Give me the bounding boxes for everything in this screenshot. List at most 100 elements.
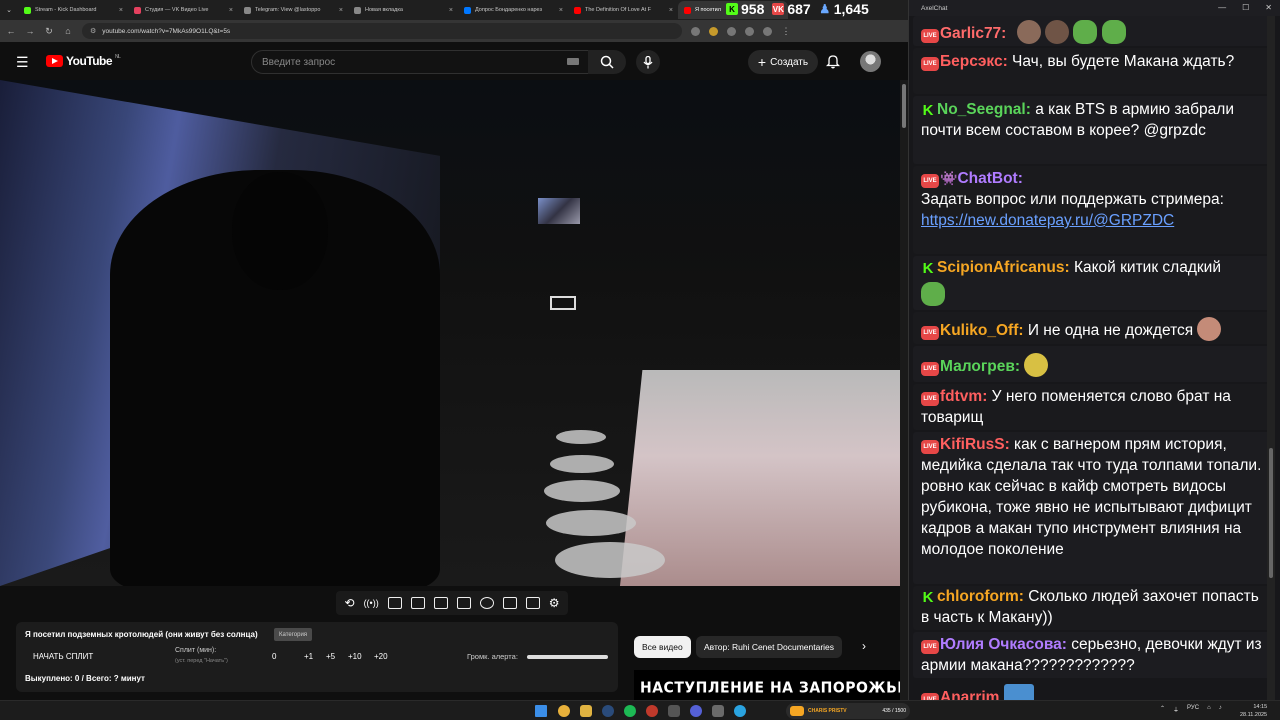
maximize-icon[interactable]: ☐ xyxy=(1242,3,1249,12)
screen-record-icon[interactable] xyxy=(387,597,402,609)
close-icon[interactable]: × xyxy=(339,7,343,14)
chevron-up-icon[interactable]: ⌃ xyxy=(1160,705,1165,714)
overlay-text: CHARIS PRISTV xyxy=(808,708,847,714)
donate-link[interactable]: https://new.donatepay.ru/@GRPZDC xyxy=(921,212,1174,229)
close-icon[interactable]: ✕ xyxy=(1265,3,1272,12)
create-button[interactable]: + Создать xyxy=(748,50,818,74)
page-scrollbar[interactable] xyxy=(900,80,908,700)
alert-volume-slider[interactable] xyxy=(527,655,608,659)
back-icon[interactable]: ← xyxy=(6,26,16,36)
chat-scrollbar-thumb[interactable] xyxy=(1269,448,1273,578)
close-icon[interactable]: × xyxy=(669,7,673,14)
browser-tab[interactable]: Telegram: View @lastoppo × xyxy=(238,1,348,19)
video-frame-poster xyxy=(538,198,580,224)
clock[interactable]: 14:15 28.11.2025 xyxy=(1240,703,1267,719)
tab-search-icon[interactable]: ⌄ xyxy=(0,6,18,14)
split-plus-20-button[interactable]: +20 xyxy=(374,652,388,661)
clapper-icon[interactable] xyxy=(410,597,425,609)
notifications-button[interactable] xyxy=(825,54,841,74)
voice-search-button[interactable] xyxy=(636,50,660,74)
split-plus-10-button[interactable]: +10 xyxy=(348,652,362,661)
start-split-button[interactable]: НАЧАТЬ СПЛИТ xyxy=(33,652,93,661)
chat-text: Какой китик сладкий xyxy=(1069,259,1221,276)
volume-icon[interactable]: ♪ xyxy=(1219,705,1222,714)
broadcast-icon[interactable]: ((•)) xyxy=(364,598,379,608)
browser-tab[interactable]: Допрос Бондаренко нарез × xyxy=(458,1,568,19)
recommended-video-thumbnail[interactable]: НАСТУПЛЕНИЕ НА ЗАПОРОЖЬЕ xyxy=(634,670,900,700)
forward-icon[interactable]: → xyxy=(25,26,35,36)
chrome-favicon-icon xyxy=(354,6,361,14)
viewers-counter: ♟ 1,645 xyxy=(819,1,869,17)
add-screen-icon[interactable] xyxy=(502,597,517,609)
plus-icon: + xyxy=(757,54,767,70)
youtube-logo[interactable]: YouTube NL xyxy=(46,54,121,68)
usb-icon[interactable]: ⏚ xyxy=(1173,705,1179,714)
chat-username: Kuliko_Off: xyxy=(940,322,1024,339)
browser-tab[interactable]: Новая вкладка × xyxy=(348,1,458,19)
video-player[interactable] xyxy=(0,80,900,586)
spotify-icon[interactable] xyxy=(624,705,636,717)
youtube-header: ☰ YouTube NL Введите запрос + Создать xyxy=(0,42,908,80)
camera-icon[interactable] xyxy=(525,597,540,609)
network-icon[interactable]: ⌂ xyxy=(1207,705,1211,714)
extension-icon[interactable] xyxy=(691,26,700,36)
tab-label: Новая вкладка xyxy=(365,7,403,13)
face-emote-icon xyxy=(1044,20,1069,44)
filmstrip-icon[interactable] xyxy=(456,597,471,609)
chat-username: KifiRusS: xyxy=(940,436,1010,453)
chat-scrollbar[interactable] xyxy=(1267,16,1275,700)
split-plus-1-button[interactable]: +1 xyxy=(304,652,313,661)
search-input[interactable]: Введите запрос xyxy=(251,50,591,74)
close-icon[interactable]: × xyxy=(229,7,233,14)
menu-dots-icon[interactable]: ⋮ xyxy=(781,26,791,37)
chevron-right-icon[interactable]: › xyxy=(862,639,866,653)
window-controls: — ☐ ✕ xyxy=(1218,3,1272,12)
address-bar-row: ← → ↻ ⌂ ⚙ youtube.com/watch?v=7MkAs99O1LQ… xyxy=(0,20,908,42)
chip-all-videos[interactable]: Все видео xyxy=(634,636,691,658)
app-icon[interactable] xyxy=(668,705,680,717)
keyboard-icon[interactable] xyxy=(567,58,579,65)
search-button[interactable] xyxy=(588,50,626,74)
browser-tab[interactable]: Студия — VK Видео Live × xyxy=(128,1,238,19)
chip-author[interactable]: Автор: Ruhi Cenet Documentaries xyxy=(696,636,843,658)
account-avatar[interactable] xyxy=(860,51,881,72)
browser-tab[interactable]: The Definition Of Love At F × xyxy=(568,1,678,19)
close-icon[interactable]: × xyxy=(559,7,563,14)
loop-icon[interactable]: ⟲ xyxy=(345,596,355,610)
globe-favicon-icon xyxy=(244,6,251,14)
viewers-count: 1,645 xyxy=(833,1,869,17)
home-icon[interactable]: ⌂ xyxy=(63,26,73,36)
telegram-icon[interactable] xyxy=(734,705,746,717)
category-badge[interactable]: Категория xyxy=(274,628,313,641)
settings-gear-icon[interactable]: ⚙ xyxy=(549,596,560,610)
gremlin-emote-icon xyxy=(1024,353,1049,377)
resize-icon[interactable] xyxy=(433,597,448,609)
split-plus-5-button[interactable]: +5 xyxy=(326,652,335,661)
chat-window: AxelChat — ☐ ✕ LIVE Garlic77: LIVE Берсэкс… xyxy=(908,0,1280,708)
explorer-icon[interactable] xyxy=(580,705,592,717)
chrome-icon[interactable] xyxy=(558,705,570,717)
windows-start-icon[interactable] xyxy=(535,705,547,717)
minimize-icon[interactable]: — xyxy=(1218,3,1226,12)
reload-icon[interactable]: ↻ xyxy=(44,26,54,37)
browser-tab[interactable]: Stream - Kick Dashboard × xyxy=(18,1,128,19)
page-scrollbar-thumb[interactable] xyxy=(902,84,906,128)
speed-gauge-icon[interactable] xyxy=(479,597,494,609)
language-indicator[interactable]: РУС xyxy=(1187,705,1199,714)
taskbar-overlay-widget[interactable]: CHARIS PRISTV 435 / 1500 xyxy=(786,703,910,719)
extension-icon[interactable] xyxy=(709,26,718,36)
split-minutes-hint: (уст. перед "Начать") xyxy=(175,658,228,664)
hamburger-menu-icon[interactable]: ☰ xyxy=(16,54,29,71)
close-icon[interactable]: × xyxy=(449,7,453,14)
extension-icon[interactable] xyxy=(727,26,736,36)
profile-icon[interactable] xyxy=(763,26,772,36)
download-icon[interactable] xyxy=(745,26,754,36)
steam-icon[interactable] xyxy=(602,705,614,717)
media-player-icon[interactable] xyxy=(690,705,702,717)
url-field[interactable]: ⚙ youtube.com/watch?v=7MkAs99O1LQ&t=5s xyxy=(82,23,682,39)
chat-message: LIVE KifiRusS: как с вагнером прям истори… xyxy=(921,434,1267,560)
site-info-icon[interactable]: ⚙ xyxy=(90,27,96,35)
close-icon[interactable]: × xyxy=(119,7,123,14)
record-icon[interactable] xyxy=(646,705,658,717)
app-icon[interactable] xyxy=(712,705,724,717)
